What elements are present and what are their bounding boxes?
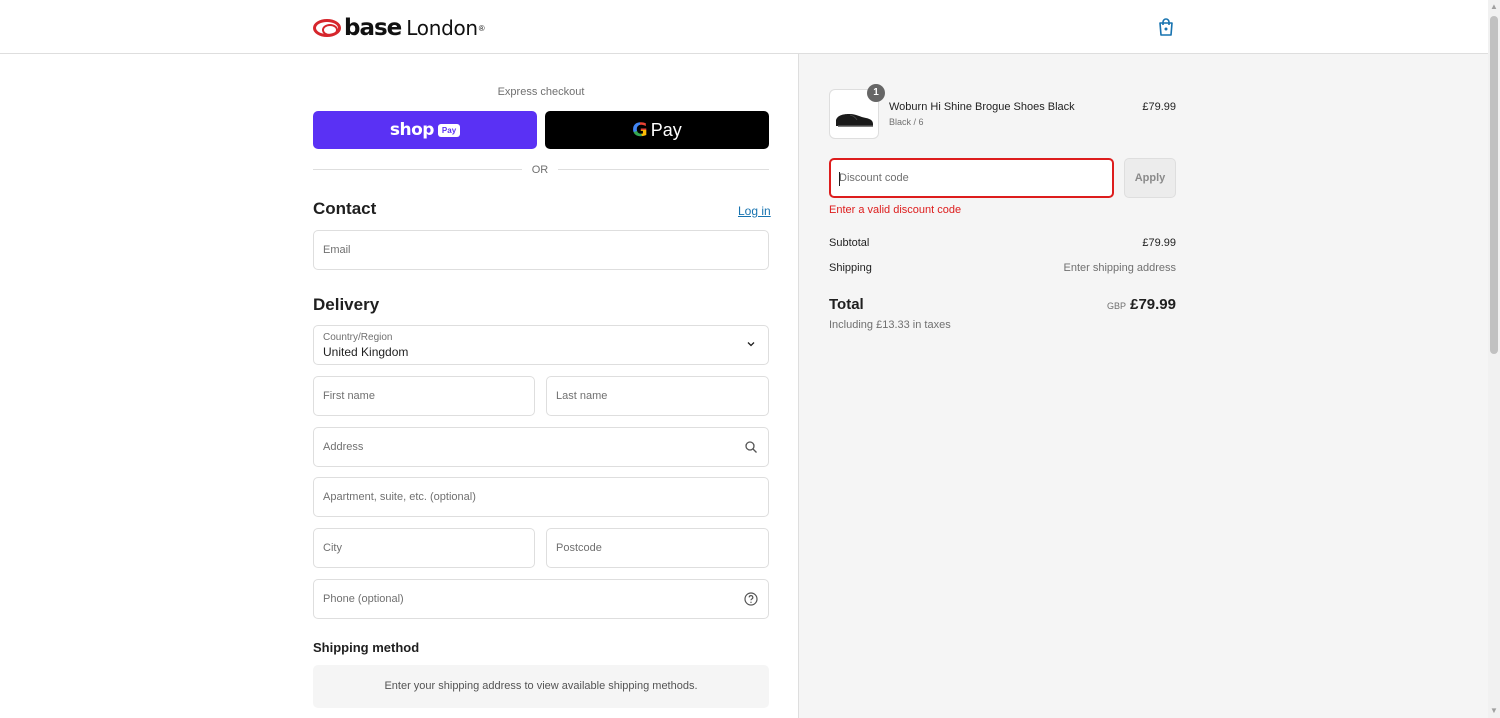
country-value: United Kingdom <box>323 345 409 359</box>
shipping-value: Enter shipping address <box>1063 262 1176 274</box>
apartment-field[interactable]: Apartment, suite, etc. (optional) <box>313 477 769 517</box>
discount-code-placeholder: Discount code <box>839 172 909 184</box>
subtotal-value: £79.99 <box>1142 237 1176 249</box>
site-header: base London ® <box>0 0 1488 54</box>
taxes-note: Including £13.33 in taxes <box>829 319 951 331</box>
logo-registered-mark: ® <box>478 23 485 33</box>
email-field[interactable]: Email <box>313 230 769 270</box>
logo-text-base: base <box>344 15 402 41</box>
country-label: Country/Region <box>323 332 393 343</box>
total-label: Total <box>829 296 864 313</box>
quantity-badge: 1 <box>867 84 885 102</box>
total-currency: GBP <box>1106 301 1126 311</box>
apply-discount-button[interactable]: Apply <box>1124 158 1176 198</box>
country-select[interactable]: Country/Region United Kingdom <box>313 325 769 365</box>
apartment-placeholder: Apartment, suite, etc. (optional) <box>323 491 476 503</box>
shop-pay-button[interactable]: shop Pay <box>313 111 537 149</box>
text-caret <box>839 172 840 186</box>
address-placeholder: Address <box>323 441 364 453</box>
google-g-icon: G <box>632 119 648 141</box>
postcode-placeholder: Postcode <box>556 542 602 554</box>
product-price: £79.99 <box>1142 101 1176 113</box>
shipping-method-message: Enter your shipping address to view avai… <box>313 665 769 708</box>
divider-right <box>558 169 769 170</box>
total-value: £79.99 <box>1130 296 1176 313</box>
page-scrollbar[interactable]: ▲ ▼ <box>1488 0 1500 718</box>
shipping-label: Shipping <box>829 262 872 274</box>
last-name-field[interactable]: Last name <box>546 376 769 416</box>
scrollbar-thumb[interactable] <box>1490 16 1498 354</box>
google-pay-label: Pay <box>650 119 682 140</box>
order-summary-panel <box>798 54 1488 718</box>
first-name-placeholder: First name <box>323 390 375 402</box>
discount-code-input[interactable]: Discount code <box>829 158 1114 198</box>
shop-pay-badge: Pay <box>437 123 461 137</box>
help-circle-icon[interactable] <box>744 592 758 606</box>
subtotal-label: Subtotal <box>829 237 870 249</box>
base-london-logo[interactable]: base London ® <box>313 15 485 41</box>
log-in-link[interactable]: Log in <box>738 204 771 218</box>
shop-pay-wordmark: shop <box>389 120 435 140</box>
phone-placeholder: Phone (optional) <box>323 593 404 605</box>
logo-mark-icon <box>313 19 341 37</box>
search-icon <box>745 441 757 453</box>
product-name: Woburn Hi Shine Brogue Shoes Black <box>889 101 1075 113</box>
product-variant: Black / 6 <box>889 117 924 127</box>
shopping-bag-icon[interactable] <box>1156 17 1176 37</box>
phone-field[interactable]: Phone (optional) <box>313 579 769 619</box>
or-divider-text: OR <box>531 164 549 176</box>
shipping-method-heading: Shipping method <box>313 640 420 655</box>
discount-error-message: Enter a valid discount code <box>829 204 962 216</box>
address-field[interactable]: Address <box>313 427 769 467</box>
email-placeholder: Email <box>323 244 351 256</box>
scroll-up-arrow-icon[interactable]: ▲ <box>1488 0 1500 14</box>
city-field[interactable]: City <box>313 528 535 568</box>
express-checkout-label: Express checkout <box>497 86 585 98</box>
contact-heading: Contact <box>313 199 377 218</box>
divider-left <box>313 169 522 170</box>
first-name-field[interactable]: First name <box>313 376 535 416</box>
google-pay-button[interactable]: G Pay <box>545 111 769 149</box>
scroll-down-arrow-icon[interactable]: ▼ <box>1488 704 1500 718</box>
city-placeholder: City <box>323 542 342 554</box>
last-name-placeholder: Last name <box>556 390 608 402</box>
logo-text-london: London <box>406 16 478 40</box>
chevron-down-icon <box>747 342 755 347</box>
delivery-heading: Delivery <box>313 295 380 314</box>
postcode-field[interactable]: Postcode <box>546 528 769 568</box>
